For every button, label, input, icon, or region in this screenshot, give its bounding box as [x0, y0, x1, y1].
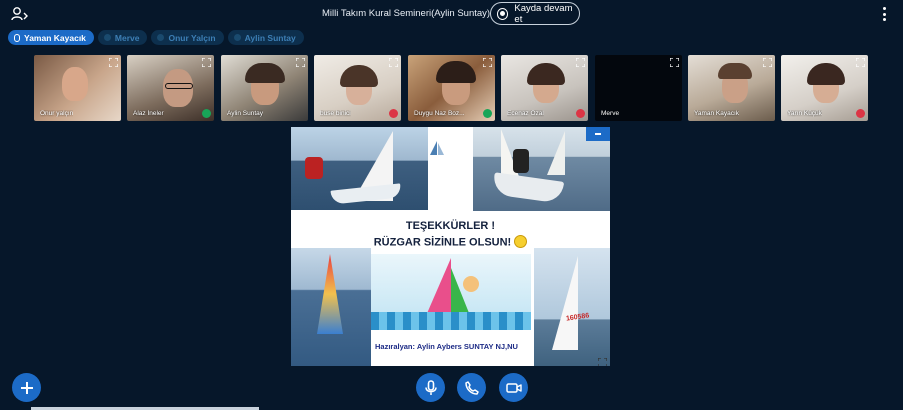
kebab-menu-icon[interactable] — [879, 7, 889, 21]
participant-name: Ecenaz Özal — [507, 110, 544, 117]
recording-label: Kayda devam et — [514, 2, 573, 25]
sailing-photo — [291, 127, 428, 210]
cartoon-illustration — [371, 254, 531, 330]
expand-icon[interactable] — [763, 58, 772, 67]
video-tile[interactable]: buse binici — [314, 55, 401, 121]
participant-name: Duygu Naz Boz... — [414, 110, 465, 117]
microphone-icon — [14, 33, 20, 42]
video-tile[interactable]: Ecenaz Özal — [501, 55, 588, 121]
microphone-off-icon — [856, 109, 865, 118]
video-tile[interactable]: Merve — [595, 55, 682, 121]
expand-icon[interactable] — [202, 58, 211, 67]
microphone-off-icon — [576, 109, 585, 118]
video-tile[interactable]: Yaman Kayacık — [688, 55, 775, 121]
talker-chip[interactable]: Merve — [97, 30, 148, 45]
talker-chip[interactable]: Onur Yalçın — [151, 30, 224, 45]
slide-title: TEŞEKKÜRLER ! — [405, 220, 496, 232]
participant-name: Alaz İneler — [133, 110, 164, 117]
sail-logo-icon — [428, 139, 448, 159]
participant-name: Onur yalçın — [40, 110, 74, 117]
talker-name: Merve — [114, 32, 140, 43]
record-icon — [497, 7, 509, 20]
smiley-icon — [514, 235, 528, 248]
video-tile[interactable]: Onur yalçın — [34, 55, 121, 121]
participant-video — [62, 67, 88, 101]
laser-sail-photo: 160586 — [534, 248, 610, 366]
microphone-icon — [202, 109, 211, 118]
microphone-icon — [483, 109, 492, 118]
participant-name: Aylin Suntay — [227, 110, 264, 117]
participant-name: Yaman Kayacık — [694, 110, 740, 117]
minimize-presentation-button[interactable] — [586, 127, 610, 141]
video-tile[interactable]: Yarın Küçük — [781, 55, 868, 121]
top-bar: Milli Takım Kural Semineri(Aylin Suntay)… — [0, 0, 903, 28]
expand-icon[interactable] — [109, 58, 118, 67]
microphone-off-icon — [389, 109, 398, 118]
microphone-icon — [103, 34, 111, 41]
microphone-icon — [233, 34, 241, 41]
microphone-icon[interactable] — [416, 373, 445, 402]
presentation-area: TEŞEKKÜRLER ! RÜZGAR SİZİNLE OLSUN! 1605… — [291, 127, 610, 366]
expand-icon[interactable] — [483, 58, 492, 67]
meeting-title: Milli Takım Kural Semineri(Aylin Suntay) — [322, 8, 491, 19]
users-icon[interactable] — [11, 6, 29, 22]
expand-icon[interactable] — [670, 58, 679, 67]
plus-icon[interactable] — [12, 373, 41, 402]
video-tile[interactable]: Aylin Suntay — [221, 55, 308, 121]
talker-name: Yaman Kayacık — [24, 32, 86, 43]
expand-icon[interactable] — [576, 58, 585, 67]
slide-subtitle-text: RÜZGAR SİZİNLE OLSUN! — [373, 236, 512, 249]
phone-icon[interactable] — [457, 373, 486, 402]
video-tile[interactable]: Duygu Naz Boz... — [408, 55, 495, 121]
expand-icon[interactable] — [296, 58, 305, 67]
fullscreen-icon[interactable] — [597, 354, 608, 366]
video-camera-icon[interactable] — [499, 373, 528, 402]
talkers-bar: Yaman Kayacık Merve Onur Yalçın Aylin Su… — [8, 30, 304, 45]
participant-name: Merve — [601, 110, 620, 117]
video-tile[interactable]: Alaz İneler — [127, 55, 214, 121]
talker-name: Onur Yalçın — [168, 32, 216, 43]
slide-footer: Hazıralyan: Aylin Aybers SUNTAY NJ,NU — [375, 342, 518, 351]
expand-icon[interactable] — [856, 58, 865, 67]
talker-chip[interactable]: Yaman Kayacık — [8, 30, 94, 45]
windsurf-photo — [291, 248, 371, 366]
talker-name: Aylin Suntay — [244, 32, 296, 43]
participant-name: buse binici — [320, 110, 351, 117]
talker-chip[interactable]: Aylin Suntay — [227, 30, 304, 45]
expand-icon[interactable] — [389, 58, 398, 67]
microphone-icon — [157, 34, 165, 41]
recording-button[interactable]: Kayda devam et — [490, 2, 580, 25]
participant-name: Yarın Küçük — [787, 110, 822, 117]
